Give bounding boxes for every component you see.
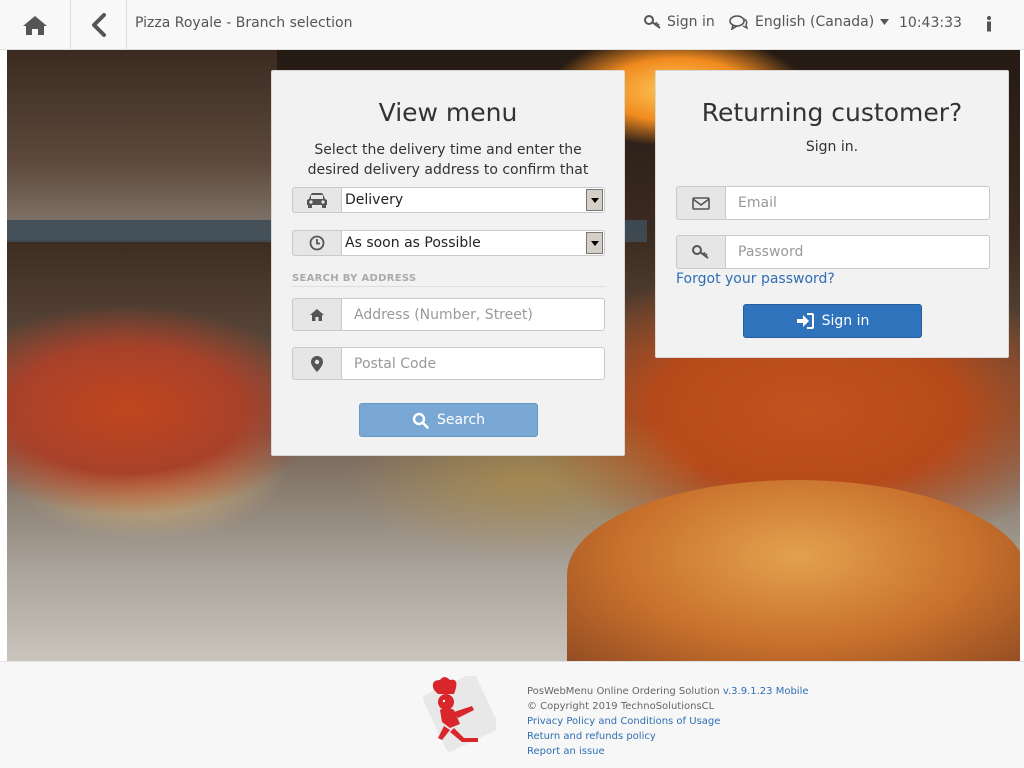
home-icon bbox=[23, 15, 47, 35]
order-type-value: Delivery bbox=[345, 192, 404, 208]
caret-down-icon bbox=[880, 19, 890, 25]
refunds-policy-link[interactable]: Return and refunds policy bbox=[527, 729, 809, 744]
order-type-dropdown-arrow[interactable] bbox=[586, 189, 603, 211]
email-row: Email bbox=[676, 186, 990, 220]
returning-customer-panel: Returning customer? Sign in. Email Passw… bbox=[655, 70, 1009, 358]
map-marker-icon-addon bbox=[292, 347, 341, 380]
pizza-foreground bbox=[567, 480, 1020, 661]
oven-area bbox=[7, 50, 277, 240]
car-icon bbox=[307, 193, 327, 208]
password-placeholder: Password bbox=[738, 244, 804, 260]
chat-icon bbox=[729, 15, 749, 30]
back-button[interactable] bbox=[71, 0, 127, 49]
address-placeholder: Address (Number, Street) bbox=[354, 306, 533, 323]
footer-product: PosWebMenu Online Ordering Solution bbox=[527, 686, 720, 697]
footer-copyright: © Copyright 2019 TechnoSolutionsCL bbox=[527, 701, 715, 712]
returning-customer-title: Returning customer? bbox=[701, 98, 963, 127]
footer-version: v.3.9.1.23 Mobile bbox=[722, 686, 809, 697]
email-input[interactable]: Email bbox=[725, 186, 990, 220]
signin-button-label: Sign in bbox=[821, 313, 870, 329]
home-icon-addon bbox=[292, 298, 341, 331]
postal-code-input[interactable]: Postal Code bbox=[341, 347, 605, 380]
house-icon bbox=[310, 308, 324, 321]
view-menu-panel: View menu Select the delivery time and e… bbox=[271, 70, 625, 456]
footer-info: PosWebMenu Online Ordering Solution v.3.… bbox=[527, 684, 809, 759]
envelope-icon-addon bbox=[676, 186, 725, 220]
forgot-password-link[interactable]: Forgot your password? bbox=[676, 271, 835, 287]
info-icon bbox=[987, 16, 991, 32]
top-bar: Pizza Royale - Branch selection Sign in … bbox=[0, 0, 1024, 50]
signin-icon bbox=[796, 313, 814, 329]
chef-logo bbox=[420, 673, 499, 752]
signin-label: Sign in bbox=[667, 14, 715, 30]
page-title: Pizza Royale - Branch selection bbox=[135, 15, 353, 31]
language-label: English (Canada) bbox=[755, 14, 875, 30]
view-menu-description: Select the delivery time and enter the d… bbox=[307, 142, 589, 178]
search-icon bbox=[412, 412, 429, 429]
postal-row: Postal Code bbox=[292, 347, 605, 380]
report-issue-link[interactable]: Report an issue bbox=[527, 744, 809, 759]
order-type-row: Delivery bbox=[292, 187, 605, 213]
footer: PosWebMenu Online Ordering Solution v.3.… bbox=[0, 661, 1024, 768]
password-key-icon bbox=[692, 245, 709, 259]
address-input[interactable]: Address (Number, Street) bbox=[341, 298, 605, 331]
info-button[interactable] bbox=[978, 12, 1000, 36]
password-row: Password bbox=[676, 235, 990, 269]
footer-product-line: PosWebMenu Online Ordering Solution v.3.… bbox=[527, 684, 809, 699]
map-marker-icon bbox=[311, 355, 323, 372]
time-row: As soon as Possible bbox=[292, 230, 605, 256]
envelope-icon bbox=[692, 196, 710, 210]
car-icon-addon bbox=[292, 187, 341, 213]
postal-placeholder: Postal Code bbox=[354, 355, 437, 372]
back-icon bbox=[91, 12, 106, 37]
clock-icon bbox=[309, 235, 325, 251]
address-row: Address (Number, Street) bbox=[292, 298, 605, 331]
time-dropdown-arrow[interactable] bbox=[586, 232, 603, 254]
home-button[interactable] bbox=[0, 0, 71, 49]
key-icon bbox=[644, 15, 661, 29]
chef-logo-icon bbox=[422, 673, 499, 752]
search-label: Search bbox=[436, 412, 486, 428]
order-type-select[interactable]: Delivery bbox=[341, 187, 605, 213]
password-input[interactable]: Password bbox=[725, 235, 990, 269]
time-value: As soon as Possible bbox=[345, 235, 481, 251]
signin-button[interactable]: Sign in bbox=[743, 304, 922, 338]
language-selector[interactable]: English (Canada) bbox=[729, 14, 890, 30]
signin-subtitle: Sign in. bbox=[805, 139, 859, 155]
time-select[interactable]: As soon as Possible bbox=[341, 230, 605, 256]
search-button[interactable]: Search bbox=[359, 403, 538, 437]
topbar-signin-link[interactable]: Sign in bbox=[644, 14, 715, 30]
email-placeholder: Email bbox=[738, 195, 777, 211]
clock-time: 10:43:33 bbox=[899, 15, 962, 31]
key-icon-addon bbox=[676, 235, 725, 269]
view-menu-title: View menu bbox=[378, 98, 518, 127]
privacy-policy-link[interactable]: Privacy Policy and Conditions of Usage bbox=[527, 714, 809, 729]
clock-icon-addon bbox=[292, 230, 341, 256]
search-by-address-label: SEARCH BY ADDRESS bbox=[292, 273, 605, 287]
